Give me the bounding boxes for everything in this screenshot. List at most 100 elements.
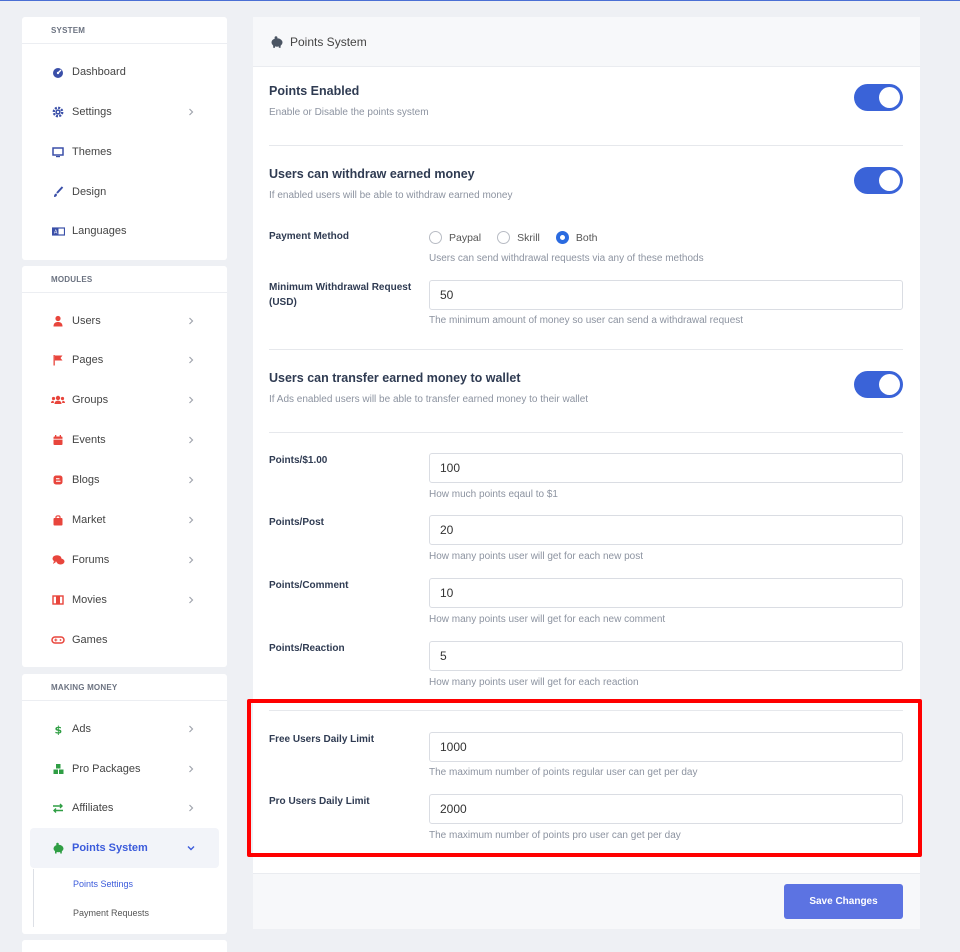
chevron-right-icon — [189, 516, 194, 524]
points-dollar-input[interactable] — [429, 453, 903, 483]
points-enabled-toggle[interactable] — [854, 84, 903, 111]
users-icon — [51, 393, 65, 407]
sidebar-item-label: Points System — [72, 842, 148, 854]
points-enabled-title: Points Enabled — [269, 84, 360, 98]
top-accent-line — [0, 0, 960, 1]
sidebar-item-label: Movies — [72, 594, 107, 606]
save-changes-button[interactable]: Save Changes — [784, 884, 903, 919]
chevron-right-icon — [189, 804, 194, 812]
chevron-right-icon — [189, 596, 194, 604]
payment-radio-skrill[interactable]: Skrill — [497, 231, 540, 244]
dashboard-icon — [51, 65, 65, 79]
radio-circle — [497, 231, 511, 244]
sidebar-item-forums[interactable]: Forums — [30, 540, 219, 580]
points-reaction-help: How many points user will get for each r… — [429, 677, 639, 688]
sidebar-next-card — [22, 940, 227, 952]
points-reaction-label: Points/Reaction — [269, 643, 345, 654]
submenu-payment-requests[interactable]: Payment Requests — [73, 908, 149, 918]
sidebar-item-settings[interactable]: Settings — [30, 92, 219, 132]
points-reaction-input[interactable] — [429, 641, 903, 671]
sidebar-item-label: Market — [72, 514, 106, 526]
sidebar-item-label: Dashboard — [72, 66, 126, 78]
points-comment-label: Points/Comment — [269, 580, 349, 591]
divider — [269, 145, 903, 146]
sidebar-item-users[interactable]: Users — [30, 301, 219, 341]
language-icon: A — [51, 224, 65, 238]
points-dollar-label: Points/$1.00 — [269, 455, 328, 466]
min-withdrawal-input[interactable] — [429, 280, 903, 310]
sidebar-item-label: Games — [72, 634, 108, 646]
withdraw-toggle[interactable] — [854, 167, 903, 194]
sidebar-item-games[interactable]: Games — [30, 620, 219, 660]
flag-icon — [51, 353, 65, 367]
chevron-right-icon — [189, 725, 194, 733]
chevron-right-icon — [189, 436, 194, 444]
sidebar-item-label: Pages — [72, 354, 104, 366]
panel-header: Points System — [253, 17, 920, 67]
gear-icon — [51, 105, 65, 119]
chevron-right-icon — [189, 356, 194, 364]
transfer-title: Users can transfer earned money to walle… — [269, 371, 521, 385]
piggy-bank-icon — [271, 35, 283, 48]
payment-method-help: Users can send withdrawal requests via a… — [429, 253, 704, 264]
svg-text:$: $ — [55, 724, 63, 736]
sidebar-section-making-money: MAKING MONEY — [22, 674, 227, 701]
sidebar-item-design[interactable]: Design — [30, 172, 219, 212]
chevron-right-icon — [189, 396, 194, 404]
sidebar-item-label: Design — [72, 186, 107, 198]
submenu-points-settings[interactable]: Points Settings — [73, 879, 133, 889]
chevron-right-icon — [189, 765, 194, 773]
payment-radio-both[interactable]: Both — [555, 231, 597, 244]
submenu-guide-line — [33, 869, 34, 927]
chevron-right-icon — [189, 317, 194, 325]
sidebar-item-label: Forums — [72, 554, 110, 566]
sidebar-item-pages[interactable]: Pages — [30, 340, 219, 380]
withdraw-desc: If enabled users will be able to withdra… — [269, 190, 513, 201]
sidebar-item-affiliates[interactable]: Affiliates — [30, 788, 219, 828]
sidebar-item-label: Settings — [72, 106, 112, 118]
sidebar-item-label: Ads — [72, 723, 91, 735]
sidebar-item-ads[interactable]: $ Ads — [30, 709, 219, 749]
payment-method-label: Payment Method — [269, 231, 350, 242]
sidebar-item-label: Groups — [72, 394, 109, 406]
points-post-help: How many points user will get for each n… — [429, 551, 643, 562]
points-post-label: Points/Post — [269, 517, 325, 528]
comments-icon — [51, 553, 65, 567]
sidebar-item-label: Blogs — [72, 474, 100, 486]
sidebar-item-movies[interactable]: Movies — [30, 580, 219, 620]
points-comment-input[interactable] — [429, 578, 903, 608]
sidebar-item-events[interactable]: Events — [30, 420, 219, 460]
sidebar-item-groups[interactable]: Groups — [30, 380, 219, 420]
highlight-box — [247, 699, 922, 857]
divider — [269, 432, 903, 433]
points-post-input[interactable] — [429, 515, 903, 545]
sidebar-section-modules: MODULES — [22, 266, 227, 293]
sidebar-item-points-system[interactable]: Points System — [30, 828, 219, 868]
film-icon — [51, 593, 65, 607]
paint-brush-icon — [51, 185, 65, 199]
chevron-right-icon — [189, 556, 194, 564]
transfer-toggle[interactable] — [854, 371, 903, 398]
sidebar-item-dashboard[interactable]: Dashboard — [30, 52, 219, 92]
sidebar-item-market[interactable]: Market — [30, 500, 219, 540]
panel-title: Points System — [290, 34, 367, 49]
sidebar-item-blogs[interactable]: Blogs — [30, 460, 219, 500]
sidebar-modules-card: MODULES Users Pages Groups Events Blogs … — [22, 266, 227, 667]
user-icon — [51, 314, 65, 328]
exchange-icon — [51, 801, 65, 815]
min-withdrawal-help: The minimum amount of money so user can … — [429, 315, 744, 326]
sidebar-item-label: Languages — [72, 225, 127, 237]
points-enabled-desc: Enable or Disable the points system — [269, 107, 429, 118]
payment-radio-paypal[interactable]: Paypal — [429, 231, 481, 244]
sidebar-item-pro-packages[interactable]: Pro Packages — [30, 749, 219, 789]
min-withdrawal-label: Minimum Withdrawal Request (USD) — [269, 282, 412, 308]
sidebar-item-label: Themes — [72, 146, 112, 158]
chevron-down-icon — [187, 846, 195, 851]
chevron-right-icon — [189, 476, 194, 484]
radio-circle-selected — [555, 231, 569, 244]
sidebar-item-themes[interactable]: Themes — [30, 132, 219, 172]
shopping-bag-icon — [51, 513, 65, 527]
radio-circle — [429, 231, 442, 244]
sidebar-money-card: MAKING MONEY $ Ads Pro Packages Affiliat… — [22, 674, 227, 934]
sidebar-item-languages[interactable]: A Languages — [30, 211, 219, 251]
